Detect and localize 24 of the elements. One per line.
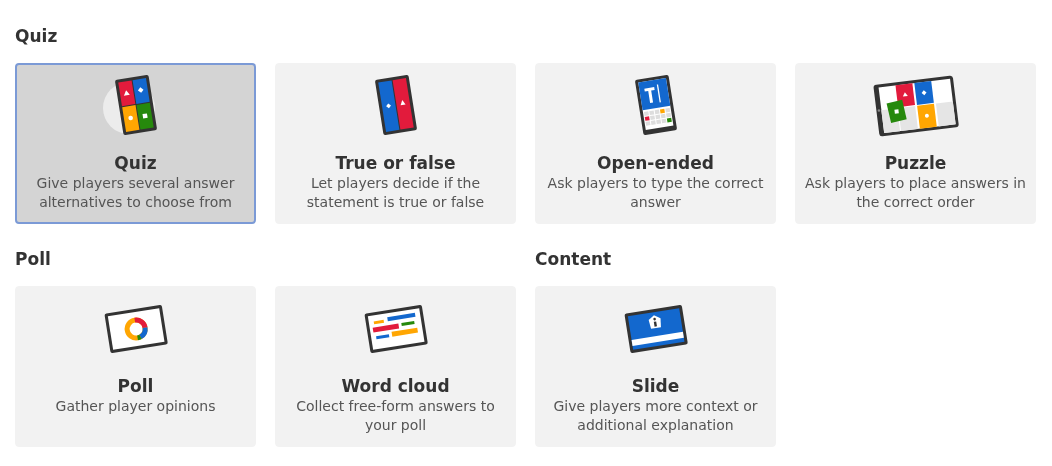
- section-title: Content: [535, 248, 612, 270]
- card-description: Give players more context or additional explanation: [552, 397, 759, 435]
- card-title: Slide: [631, 375, 680, 397]
- question-type-card[interactable]: Quiz Give players several answer alternatives to choose from: [15, 63, 256, 224]
- card-description: Let players decide if the statement is true or false: [305, 174, 486, 212]
- question-type-card[interactable]: Poll Gather player opinions: [15, 286, 256, 447]
- card-description: Ask players to place answers in the correct order: [804, 174, 1027, 212]
- section-title: Poll: [15, 248, 51, 270]
- card-description: Collect free-form answers to your poll: [295, 397, 496, 435]
- card-title: Open-ended: [597, 152, 714, 174]
- question-type-card[interactable]: Open-ended Ask players to type the correct answer: [535, 63, 776, 224]
- card-description: Gather player opinions: [54, 397, 217, 416]
- card-title: Quiz: [114, 152, 157, 174]
- card-title: True or false: [335, 152, 456, 174]
- section-title: Quiz: [15, 25, 58, 47]
- question-type-card[interactable]: Slide Give players more context or additional explanation: [535, 286, 776, 447]
- question-type-card[interactable]: Puzzle Ask players to place answers in the correct order: [795, 63, 1036, 224]
- question-type-card[interactable]: True or false Let players decide if the statement is true or false: [275, 63, 516, 224]
- card-description: Ask players to type the correct answer: [546, 174, 765, 212]
- card-description: Give players several answer alternatives to choose from: [35, 174, 236, 212]
- card-title: Puzzle: [884, 152, 947, 174]
- card-title: Word cloud: [341, 375, 450, 397]
- card-title: Poll: [117, 375, 154, 397]
- question-type-card[interactable]: Word cloud Collect free-form answers to your poll: [275, 286, 516, 447]
